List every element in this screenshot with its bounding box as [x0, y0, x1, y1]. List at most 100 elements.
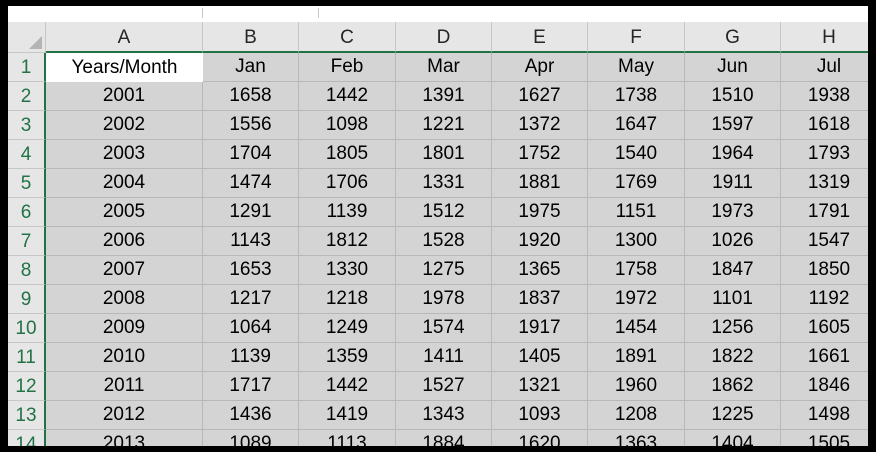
data-cell-e3[interactable]: 1372 [492, 111, 588, 140]
data-cell-a6[interactable]: 2005 [46, 198, 203, 227]
column-header-c[interactable]: C [299, 22, 396, 53]
data-cell-g14[interactable]: 1404 [685, 430, 781, 446]
data-cell-a9[interactable]: 2008 [46, 285, 203, 314]
data-cell-g8[interactable]: 1847 [685, 256, 781, 285]
data-cell-g12[interactable]: 1862 [685, 372, 781, 401]
data-cell-g10[interactable]: 1256 [685, 314, 781, 343]
row-header-4[interactable]: 4 [8, 140, 46, 169]
row-header-10[interactable]: 10 [8, 314, 46, 343]
data-cell-e12[interactable]: 1321 [492, 372, 588, 401]
data-cell-c9[interactable]: 1218 [299, 285, 396, 314]
data-cell-g11[interactable]: 1822 [685, 343, 781, 372]
data-cell-g7[interactable]: 1026 [685, 227, 781, 256]
data-cell-e4[interactable]: 1752 [492, 140, 588, 169]
data-cell-c4[interactable]: 1805 [299, 140, 396, 169]
data-cell-g5[interactable]: 1911 [685, 169, 781, 198]
header-cell-h1[interactable]: Jul [781, 53, 868, 82]
data-cell-d6[interactable]: 1512 [396, 198, 492, 227]
data-cell-d4[interactable]: 1801 [396, 140, 492, 169]
column-header-b[interactable]: B [203, 22, 299, 53]
data-cell-d8[interactable]: 1275 [396, 256, 492, 285]
header-cell-g1[interactable]: Jun [685, 53, 781, 82]
data-cell-h13[interactable]: 1498 [781, 401, 868, 430]
data-cell-c12[interactable]: 1442 [299, 372, 396, 401]
data-cell-a13[interactable]: 2012 [46, 401, 203, 430]
data-cell-e8[interactable]: 1365 [492, 256, 588, 285]
data-cell-h10[interactable]: 1605 [781, 314, 868, 343]
data-cell-a8[interactable]: 2007 [46, 256, 203, 285]
data-cell-f2[interactable]: 1738 [588, 82, 685, 111]
data-cell-d12[interactable]: 1527 [396, 372, 492, 401]
data-cell-b9[interactable]: 1217 [203, 285, 299, 314]
data-cell-a7[interactable]: 2006 [46, 227, 203, 256]
data-cell-d14[interactable]: 1884 [396, 430, 492, 446]
data-cell-f3[interactable]: 1647 [588, 111, 685, 140]
data-cell-d10[interactable]: 1574 [396, 314, 492, 343]
data-cell-h7[interactable]: 1547 [781, 227, 868, 256]
data-cell-f9[interactable]: 1972 [588, 285, 685, 314]
data-cell-c11[interactable]: 1359 [299, 343, 396, 372]
data-cell-h2[interactable]: 1938 [781, 82, 868, 111]
data-cell-c3[interactable]: 1098 [299, 111, 396, 140]
data-cell-g13[interactable]: 1225 [685, 401, 781, 430]
data-cell-c14[interactable]: 1113 [299, 430, 396, 446]
row-header-7[interactable]: 7 [8, 227, 46, 256]
header-cell-c1[interactable]: Feb [299, 53, 396, 82]
data-cell-e13[interactable]: 1093 [492, 401, 588, 430]
data-cell-f5[interactable]: 1769 [588, 169, 685, 198]
row-header-5[interactable]: 5 [8, 169, 46, 198]
data-cell-b13[interactable]: 1436 [203, 401, 299, 430]
data-cell-b3[interactable]: 1556 [203, 111, 299, 140]
data-cell-b11[interactable]: 1139 [203, 343, 299, 372]
data-cell-h9[interactable]: 1192 [781, 285, 868, 314]
column-header-e[interactable]: E [492, 22, 588, 53]
data-cell-e10[interactable]: 1917 [492, 314, 588, 343]
select-all-button[interactable] [8, 22, 46, 53]
data-cell-d11[interactable]: 1411 [396, 343, 492, 372]
data-cell-f6[interactable]: 1151 [588, 198, 685, 227]
data-cell-g9[interactable]: 1101 [685, 285, 781, 314]
data-cell-h5[interactable]: 1319 [781, 169, 868, 198]
data-cell-c8[interactable]: 1330 [299, 256, 396, 285]
row-header-6[interactable]: 6 [8, 198, 46, 227]
data-cell-e5[interactable]: 1881 [492, 169, 588, 198]
header-cell-a1[interactable]: Years/Month [46, 53, 203, 82]
row-header-14[interactable]: 14 [8, 430, 46, 446]
header-cell-f1[interactable]: May [588, 53, 685, 82]
data-cell-b14[interactable]: 1089 [203, 430, 299, 446]
row-header-12[interactable]: 12 [8, 372, 46, 401]
data-cell-f14[interactable]: 1363 [588, 430, 685, 446]
data-cell-b10[interactable]: 1064 [203, 314, 299, 343]
header-cell-d1[interactable]: Mar [396, 53, 492, 82]
data-cell-f4[interactable]: 1540 [588, 140, 685, 169]
data-cell-a14[interactable]: 2013 [46, 430, 203, 446]
data-cell-b8[interactable]: 1653 [203, 256, 299, 285]
column-header-d[interactable]: D [396, 22, 492, 53]
data-cell-b4[interactable]: 1704 [203, 140, 299, 169]
data-cell-a5[interactable]: 2004 [46, 169, 203, 198]
data-cell-c6[interactable]: 1139 [299, 198, 396, 227]
data-cell-b2[interactable]: 1658 [203, 82, 299, 111]
header-cell-e1[interactable]: Apr [492, 53, 588, 82]
data-cell-a2[interactable]: 2001 [46, 82, 203, 111]
data-cell-h8[interactable]: 1850 [781, 256, 868, 285]
data-cell-f13[interactable]: 1208 [588, 401, 685, 430]
data-cell-h6[interactable]: 1791 [781, 198, 868, 227]
data-cell-e6[interactable]: 1975 [492, 198, 588, 227]
data-cell-d3[interactable]: 1221 [396, 111, 492, 140]
data-cell-c10[interactable]: 1249 [299, 314, 396, 343]
data-cell-h14[interactable]: 1505 [781, 430, 868, 446]
data-cell-a10[interactable]: 2009 [46, 314, 203, 343]
data-cell-e2[interactable]: 1627 [492, 82, 588, 111]
data-cell-g2[interactable]: 1510 [685, 82, 781, 111]
data-cell-d9[interactable]: 1978 [396, 285, 492, 314]
data-cell-a3[interactable]: 2002 [46, 111, 203, 140]
data-cell-a11[interactable]: 2010 [46, 343, 203, 372]
data-cell-b6[interactable]: 1291 [203, 198, 299, 227]
data-cell-e7[interactable]: 1920 [492, 227, 588, 256]
data-cell-b7[interactable]: 1143 [203, 227, 299, 256]
data-cell-c7[interactable]: 1812 [299, 227, 396, 256]
column-header-g[interactable]: G [685, 22, 781, 53]
row-header-13[interactable]: 13 [8, 401, 46, 430]
data-cell-f10[interactable]: 1454 [588, 314, 685, 343]
